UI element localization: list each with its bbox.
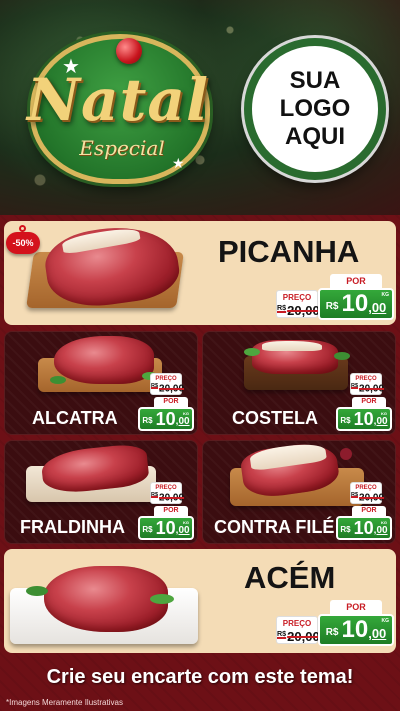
old-price-value: R$20,00 — [351, 492, 385, 504]
old-price-tag: PREÇO R$20,00 — [276, 616, 320, 644]
old-price-value: R$20,00 — [351, 383, 385, 395]
por-label: POR — [352, 506, 386, 516]
new-price: R$ 10,00 KG — [138, 407, 194, 431]
price-integer: 10 — [155, 409, 176, 429]
new-price: R$ 10,00 KG — [318, 288, 394, 320]
currency: R$ — [351, 492, 359, 498]
new-price: R$ 10,00 KG — [318, 614, 394, 646]
unit: KG — [381, 292, 390, 298]
old-price-number: 20,00 — [159, 492, 185, 504]
currency: R$ — [325, 301, 339, 312]
price-decimal: ,00 — [373, 416, 388, 427]
currency: R$ — [277, 303, 287, 312]
old-price-value: R$20,00 — [151, 492, 185, 504]
header-banner: ★ ★ Natal Especial SUA LOGO AQUI — [0, 0, 400, 215]
old-price-value: R$20,00 — [151, 383, 185, 395]
por-label: POR — [154, 506, 188, 516]
old-price-value: R$20,00 — [277, 303, 320, 318]
unit: KG — [381, 520, 387, 525]
currency: R$ — [277, 629, 287, 638]
logo-line: SUA — [289, 67, 341, 94]
currency: R$ — [325, 627, 339, 638]
currency: R$ — [351, 383, 359, 389]
old-price-tag: PREÇO R$20,00 — [350, 482, 385, 504]
currency: R$ — [151, 383, 159, 389]
product-name: PICANHA — [218, 234, 360, 269]
herb-garnish — [50, 376, 66, 384]
old-price-tag: PREÇO R$20,00 — [276, 290, 320, 318]
price-decimal: ,00 — [175, 525, 190, 536]
old-price-label: PREÇO — [282, 619, 312, 628]
currency: R$ — [340, 416, 351, 425]
product-name: ACÉM — [244, 560, 336, 595]
old-price-tag: PREÇO R$20,00 — [350, 373, 385, 395]
por-label: POR — [352, 397, 386, 407]
old-price-tag: PREÇO R$20,00 — [150, 373, 185, 395]
natal-especial-logo: ★ ★ Natal Especial — [12, 28, 224, 188]
herb-garnish — [26, 586, 48, 596]
price-decimal: ,00 — [368, 300, 387, 315]
call-to-action: Crie seu encarte com este tema! — [46, 666, 354, 688]
old-price-value: R$20,00 — [277, 629, 320, 644]
new-price: R$ 10,00 KG — [336, 407, 392, 431]
por-label: POR — [330, 274, 382, 288]
unit: KG — [381, 411, 387, 416]
disclaimer: *Imagens Meramente Ilustrativas — [6, 698, 123, 707]
price-integer: 10 — [341, 290, 369, 317]
logo-line: AQUI — [285, 123, 345, 150]
price-integer: 10 — [353, 518, 374, 538]
old-price-label: PREÇO — [355, 485, 377, 491]
store-logo-placeholder: SUA LOGO AQUI — [244, 38, 386, 180]
product-name: COSTELA — [232, 408, 319, 428]
product-name: FRALDINHA — [20, 517, 125, 537]
old-price-number: 20,00 — [159, 383, 185, 395]
price-integer: 10 — [341, 616, 369, 643]
old-price-number: 20,00 — [287, 303, 320, 318]
ornament-icon — [116, 38, 142, 64]
unit: KG — [183, 411, 189, 416]
meat-image-alcatra — [54, 336, 154, 384]
old-price-number: 20,00 — [359, 383, 385, 395]
old-price-label: PREÇO — [155, 376, 177, 382]
unit: KG — [381, 618, 390, 624]
logo-title: Natal — [26, 66, 209, 134]
new-price: R$ 10,00 KG — [336, 516, 392, 540]
logo-subtitle: Especial — [79, 136, 165, 160]
flyer: ★ ★ Natal Especial SUA LOGO AQUI -50% PI… — [0, 0, 400, 711]
fat-cap — [262, 341, 322, 351]
currency: R$ — [151, 492, 159, 498]
old-price-label: PREÇO — [282, 293, 312, 302]
herb-garnish — [150, 594, 174, 604]
price-decimal: ,00 — [373, 525, 388, 536]
currency: R$ — [142, 525, 153, 534]
currency: R$ — [142, 416, 153, 425]
price-decimal: ,00 — [175, 416, 190, 427]
old-price-label: PREÇO — [355, 376, 377, 382]
price-integer: 10 — [155, 518, 176, 538]
unit: KG — [183, 520, 189, 525]
product-name: CONTRA FILÉ — [214, 517, 335, 537]
price-integer: 10 — [353, 409, 374, 429]
old-price-number: 20,00 — [359, 492, 385, 504]
onion-garnish — [340, 448, 352, 460]
por-label: POR — [330, 600, 382, 614]
tag-hole — [19, 225, 26, 232]
old-price-number: 20,00 — [287, 629, 320, 644]
discount-badge: -50% — [6, 232, 40, 254]
herb-garnish — [244, 348, 260, 356]
currency: R$ — [340, 525, 351, 534]
price-decimal: ,00 — [368, 626, 387, 641]
logo-line: LOGO — [279, 95, 351, 122]
old-price-tag: PREÇO R$20,00 — [150, 482, 185, 504]
por-label: POR — [154, 397, 188, 407]
new-price: R$ 10,00 KG — [138, 516, 194, 540]
product-name: ALCATRA — [32, 408, 118, 428]
herb-garnish — [334, 352, 350, 360]
old-price-label: PREÇO — [155, 485, 177, 491]
